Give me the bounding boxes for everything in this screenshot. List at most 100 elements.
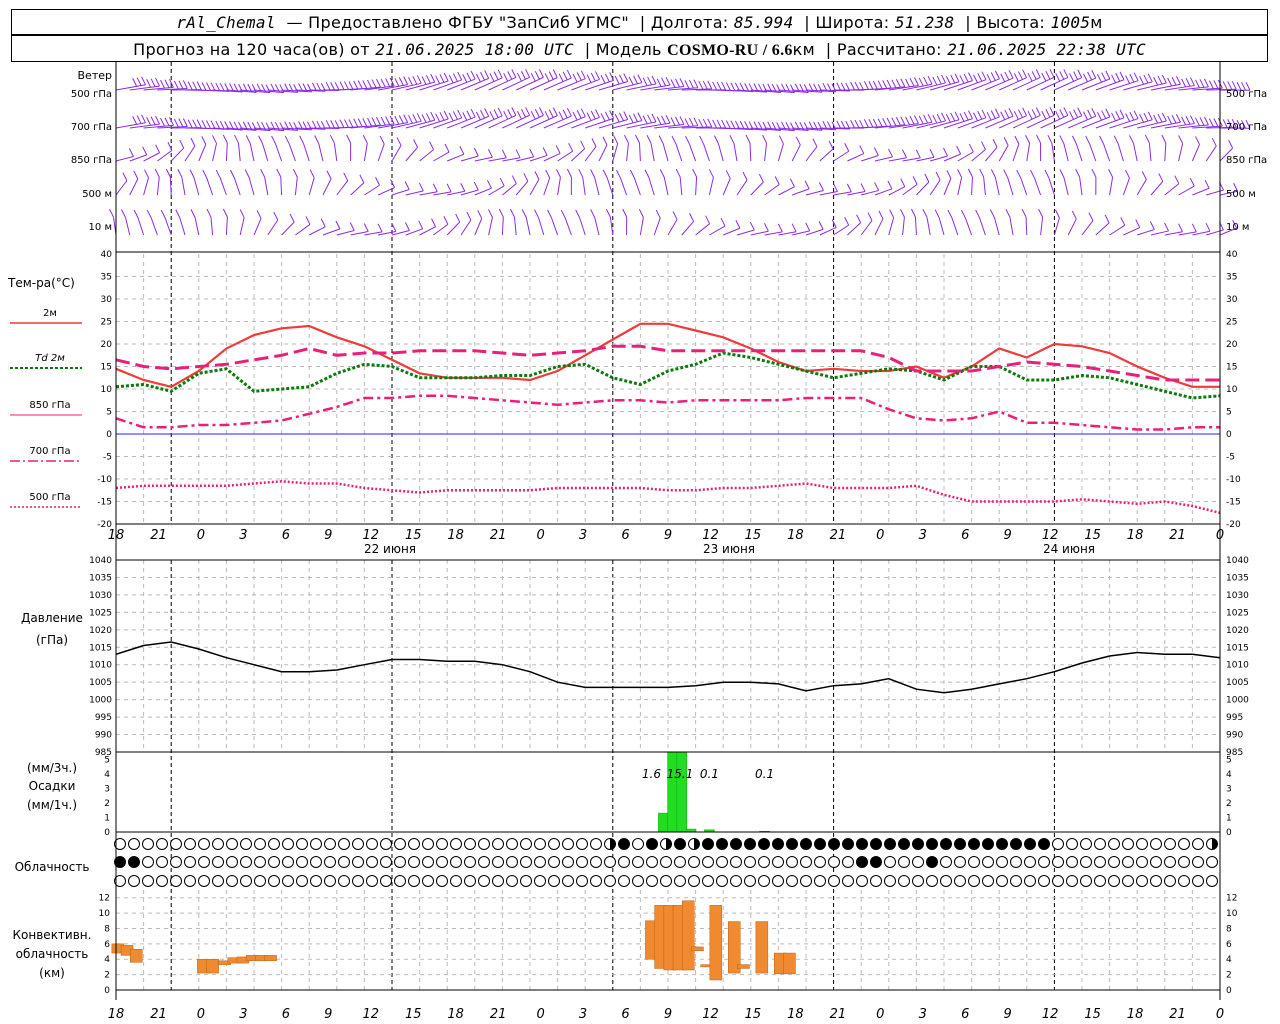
x-tick-conv: 0 bbox=[536, 1007, 544, 1022]
wind-barb-feather bbox=[877, 118, 883, 127]
wind-barb-feather bbox=[891, 117, 897, 126]
conv-bar-20 bbox=[737, 964, 750, 969]
wind-barb bbox=[993, 217, 1000, 236]
wind-barb bbox=[460, 219, 472, 236]
wind-barb-feather bbox=[1228, 139, 1234, 149]
legend-text-700: 700 гПа bbox=[29, 446, 70, 457]
x-tick-temp: 21 bbox=[830, 528, 847, 543]
cloud-cover-symbol bbox=[912, 856, 924, 868]
wind-barb bbox=[584, 146, 597, 162]
cloud-cover-symbol bbox=[772, 856, 784, 868]
wind-barb-feather bbox=[164, 117, 170, 126]
wind-barb bbox=[184, 145, 196, 162]
conv-bar-21 bbox=[755, 921, 769, 974]
wind-barb bbox=[598, 144, 608, 162]
wind-barb-feather bbox=[699, 135, 705, 145]
legend-text-500: 500 гПа bbox=[29, 492, 70, 503]
wind-barb-feather bbox=[179, 139, 185, 149]
wind-barb-feather bbox=[586, 112, 592, 121]
wind-barb-feather bbox=[1030, 169, 1035, 179]
wind-barb bbox=[1123, 227, 1141, 236]
cloud-cover-symbol bbox=[828, 838, 840, 850]
wind-barb-feather bbox=[299, 135, 305, 145]
wind-barb bbox=[943, 153, 961, 162]
cloud-cover-symbol bbox=[422, 856, 434, 868]
wind-barb-feather bbox=[466, 211, 472, 221]
wind-barb-feather bbox=[357, 80, 363, 89]
wind-barb bbox=[571, 116, 600, 129]
wind-barb-feather bbox=[489, 111, 495, 120]
x-tick-temp: 18 bbox=[1127, 528, 1144, 543]
wind-barb-feather bbox=[707, 118, 713, 128]
wind-barb-feather bbox=[215, 169, 221, 179]
wind-barb-feather bbox=[439, 112, 445, 121]
wind-barb bbox=[391, 145, 402, 162]
prec-tick-right: 3 bbox=[1226, 784, 1232, 794]
legend-text-2m: 2м bbox=[43, 308, 57, 319]
wind-barb-feather bbox=[623, 111, 629, 120]
conv-title-3: (км) bbox=[39, 966, 65, 980]
cloud-cover-symbol bbox=[674, 838, 686, 850]
wind-barb-feather bbox=[534, 71, 540, 80]
wind-barb-feather bbox=[651, 113, 657, 123]
cloud-cover-symbol bbox=[296, 856, 308, 868]
wind-barb-feather bbox=[435, 75, 441, 84]
x-tick-conv: 12 bbox=[702, 1007, 719, 1022]
temp-tick-right: -10 bbox=[1226, 475, 1241, 485]
wind-barb-feather bbox=[1022, 107, 1028, 116]
wind-barb-feather bbox=[872, 80, 878, 90]
wind-barb bbox=[639, 217, 644, 236]
cloud-cover-symbol bbox=[730, 856, 742, 868]
wind-barb bbox=[267, 219, 279, 236]
pres-tick-right: 1005 bbox=[1226, 678, 1249, 688]
precip-unit1: (мм/1ч.) bbox=[27, 798, 77, 812]
wind-barb-feather bbox=[1069, 111, 1075, 120]
cloud-cover-symbol bbox=[646, 875, 658, 887]
cloud-half-symbol bbox=[1212, 838, 1218, 850]
wind-barb-feather bbox=[1125, 113, 1131, 122]
wind-barb-feather bbox=[1120, 217, 1126, 226]
cloud-cover-symbol bbox=[1108, 838, 1120, 850]
cloud-cover-symbol bbox=[464, 856, 476, 868]
wind-barb bbox=[1148, 143, 1152, 162]
cloud-cover-symbol bbox=[618, 856, 630, 868]
pres-tick-left: 995 bbox=[95, 713, 112, 723]
wind-barb-feather bbox=[1036, 134, 1041, 144]
wind-barb-feather bbox=[1176, 76, 1181, 85]
wind-barb-feather bbox=[762, 134, 768, 144]
cloud-cover-symbol bbox=[576, 856, 588, 868]
wind-barb-feather bbox=[493, 71, 499, 80]
wind-barb-feather bbox=[637, 112, 643, 121]
wind-barb bbox=[129, 154, 147, 162]
wind-barb-feather bbox=[466, 110, 472, 119]
wind-barb bbox=[663, 177, 669, 196]
wind-barb-feather bbox=[142, 146, 148, 156]
wind-barb-feather bbox=[945, 114, 951, 123]
wind-barb-feather bbox=[805, 222, 811, 232]
wind-barb bbox=[1081, 220, 1094, 236]
wind-level-right-1: 700 гПа bbox=[1226, 122, 1267, 133]
conv-tick-left: 0 bbox=[104, 986, 110, 996]
wind-barb-feather bbox=[590, 110, 596, 120]
cloud-cover-symbol bbox=[184, 838, 196, 850]
wind-barb-feather bbox=[1044, 169, 1050, 179]
x-tick-conv: 15 bbox=[745, 1007, 762, 1022]
wind-barb-feather bbox=[877, 80, 883, 89]
wind-barb-feather bbox=[346, 134, 352, 144]
wind-barb-feather bbox=[1139, 76, 1145, 85]
temp-tick-right: 20 bbox=[1226, 340, 1238, 350]
cloud-cover-symbol bbox=[268, 838, 280, 850]
wind-barb-feather bbox=[795, 136, 801, 146]
wind-barb bbox=[979, 217, 986, 236]
wind-barb-feather bbox=[1091, 168, 1097, 178]
wind-barb-feather bbox=[1141, 171, 1147, 180]
wind-barb-feather bbox=[670, 117, 676, 126]
wind-barb bbox=[193, 177, 200, 196]
x-tick-conv: 0 bbox=[876, 1007, 884, 1022]
wind-barb-feather bbox=[868, 119, 874, 128]
cloud-cover-symbol bbox=[534, 875, 546, 887]
wind-barb bbox=[667, 219, 678, 236]
cloud-cover-symbol bbox=[702, 838, 714, 850]
pres-tick-left: 1025 bbox=[89, 608, 112, 618]
wind-barb bbox=[929, 179, 941, 196]
